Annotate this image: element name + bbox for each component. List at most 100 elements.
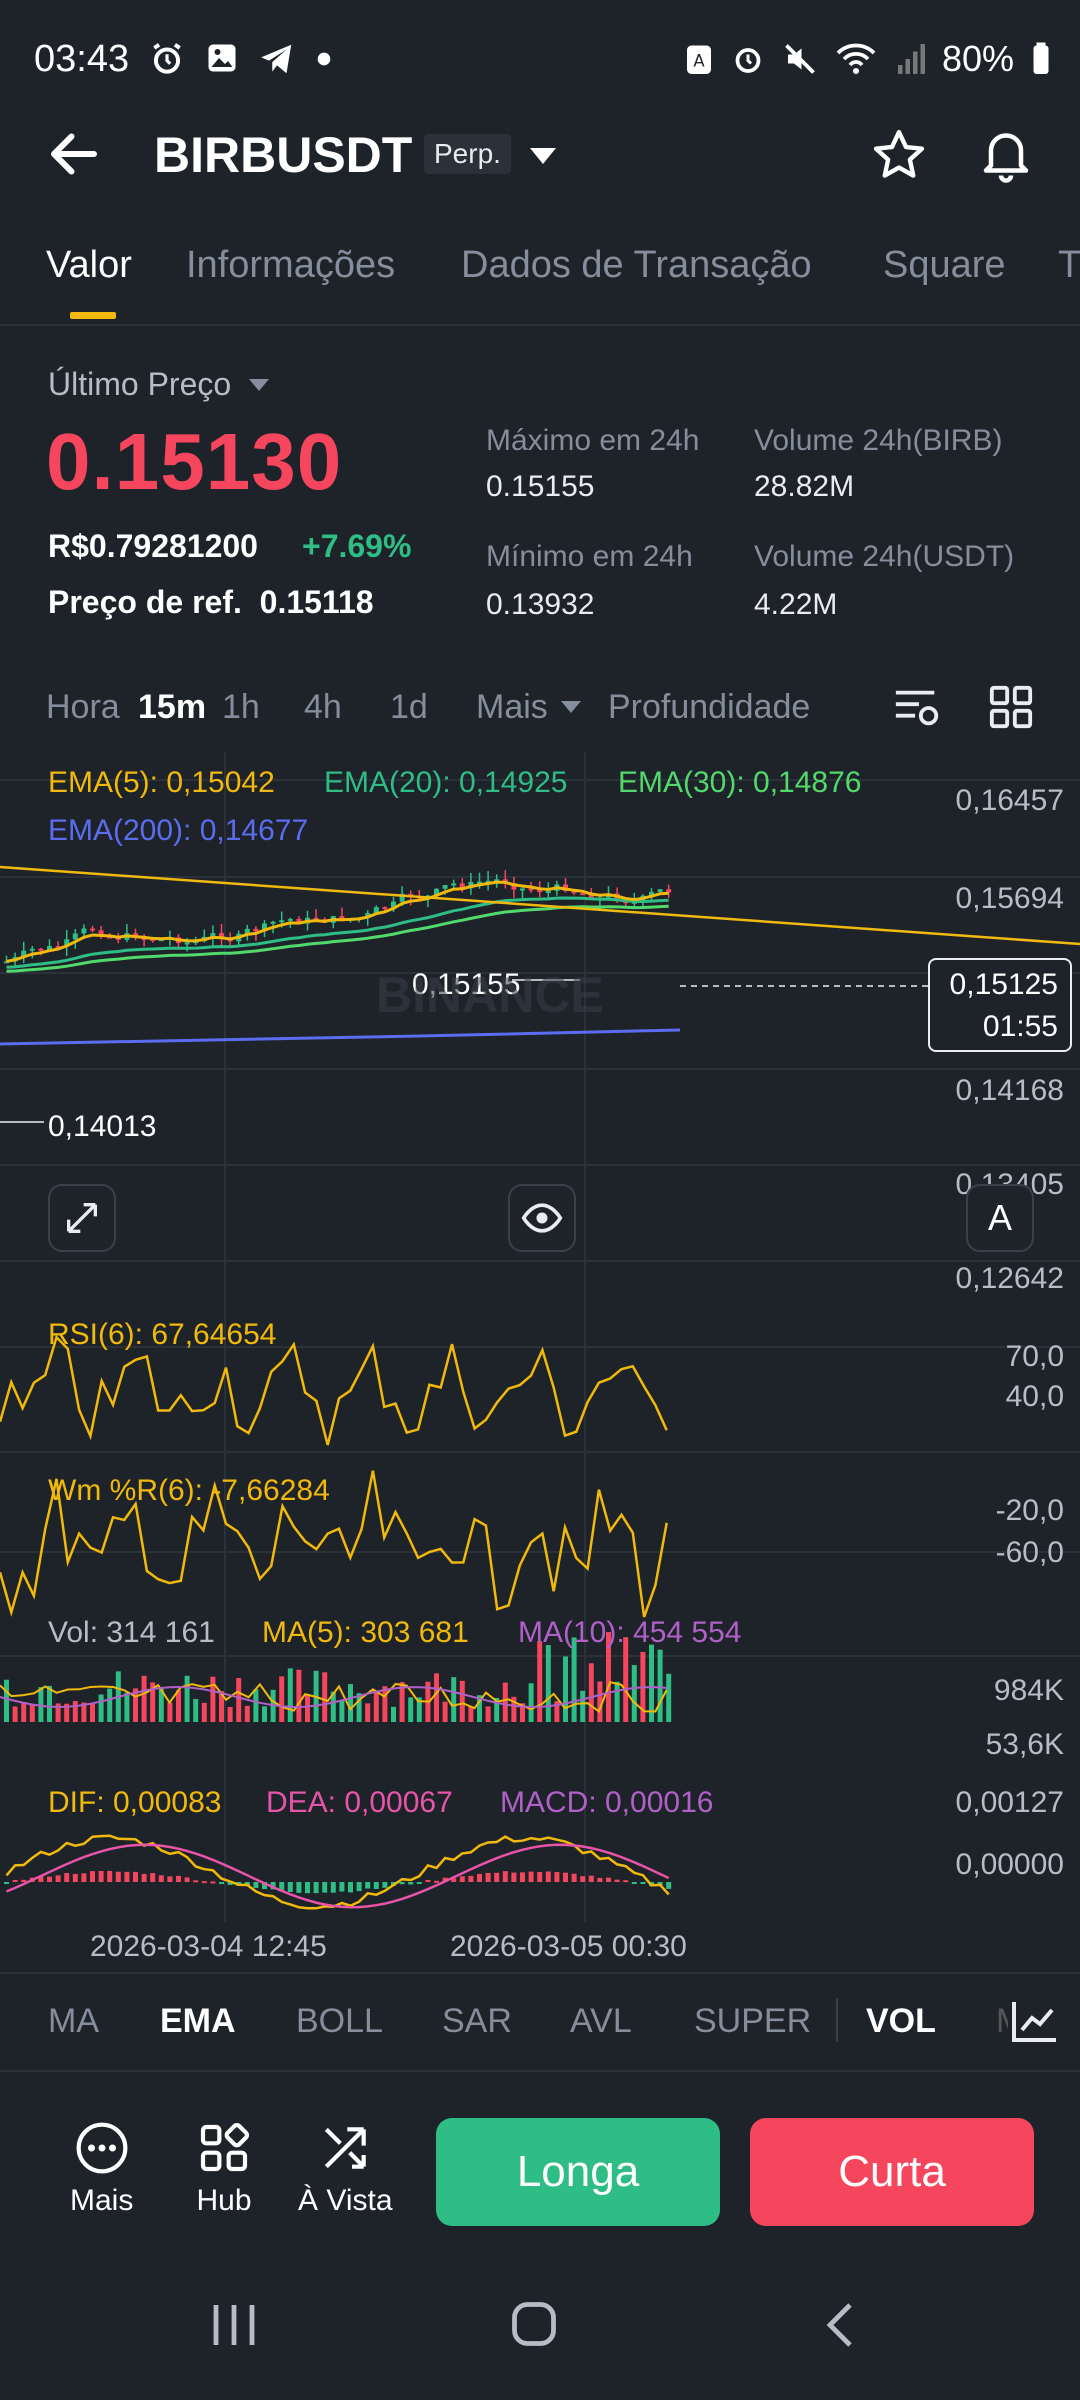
- vol-ma10-legend: MA(10): 454 554: [518, 1616, 742, 1649]
- macd-bar: [425, 1879, 431, 1882]
- macd-bar: [494, 1872, 500, 1882]
- perp-badge[interactable]: Perp.: [424, 134, 511, 174]
- indicator-avl[interactable]: AVL: [570, 2002, 632, 2041]
- bell-icon[interactable]: [976, 122, 1036, 184]
- volume-bar: [236, 1678, 242, 1722]
- volume-bar: [649, 1644, 654, 1722]
- fullscreen-button[interactable]: [48, 1184, 116, 1252]
- last-price: 0.15130: [46, 417, 343, 506]
- signal-icon: [897, 44, 925, 74]
- macd-bar: [606, 1877, 611, 1882]
- macd-bar: [90, 1871, 95, 1882]
- tab-dados-transacao[interactable]: Dados de Transação: [461, 244, 812, 287]
- back-arrow-icon[interactable]: [44, 124, 104, 184]
- candle-countdown: 01:55: [982, 1010, 1058, 1043]
- more-action[interactable]: Mais: [70, 2120, 133, 2218]
- time-axis-label: 2026-03-05 00:30: [450, 1930, 687, 1963]
- macd-bar: [580, 1876, 586, 1882]
- interval-4h[interactable]: 4h: [304, 688, 342, 727]
- symbol-title[interactable]: BIRBUSDT: [154, 126, 412, 184]
- ema5-line: [6, 880, 669, 963]
- macd-bar: [98, 1870, 104, 1882]
- status-bar: 03:43 A 80%: [0, 0, 1080, 120]
- toggle-visibility-button[interactable]: [508, 1184, 576, 1252]
- kline-chart[interactable]: [0, 752, 1080, 1967]
- volume-bar: [12, 1706, 18, 1722]
- indicator-ema[interactable]: EMA: [160, 2002, 236, 2041]
- recent-apps-icon[interactable]: [206, 2300, 262, 2350]
- volume-bar: [485, 1706, 491, 1722]
- status-time: 03:43: [34, 38, 130, 80]
- tab-more[interactable]: T: [1058, 244, 1080, 287]
- tab-valor[interactable]: Valor: [46, 244, 132, 287]
- home-icon[interactable]: [508, 2298, 560, 2350]
- interval-1h[interactable]: 1h: [222, 688, 260, 727]
- interval-mais[interactable]: Mais: [476, 688, 548, 727]
- volume-bar: [107, 1688, 113, 1722]
- macd-bar: [365, 1882, 371, 1889]
- chevron-down-icon[interactable]: [560, 700, 582, 714]
- volume-bar: [451, 1677, 457, 1722]
- candle-body: [81, 928, 87, 934]
- alarm-icon: [153, 43, 181, 74]
- macd-bar: [219, 1882, 224, 1885]
- volume-bar: [124, 1692, 130, 1722]
- interval-15m[interactable]: 15m: [138, 688, 206, 727]
- macd-bar: [296, 1882, 302, 1893]
- indicator-settings-icon[interactable]: [1008, 1998, 1060, 2046]
- chevron-down-icon[interactable]: [248, 378, 270, 392]
- expand-icon: [67, 1203, 97, 1233]
- chevron-down-icon[interactable]: [528, 146, 558, 166]
- volume-bar: [98, 1694, 104, 1722]
- price-axis-label: 0,12642: [955, 1262, 1064, 1295]
- candle-body: [270, 921, 276, 924]
- chart-settings-icon[interactable]: [892, 684, 942, 732]
- macd-bar: [72, 1873, 78, 1882]
- macd-dif-legend: DIF: 0,00083: [48, 1786, 222, 1819]
- interval-hora[interactable]: Hora: [46, 688, 120, 727]
- macd-bar: [477, 1873, 482, 1882]
- vol-usdt-label: Volume 24h(USDT): [754, 540, 1015, 573]
- macd-bar: [614, 1879, 620, 1882]
- ema5-legend: EMA(5): 0,15042: [48, 766, 275, 799]
- tab-informacoes[interactable]: Informações: [186, 244, 395, 287]
- active-tab-indicator: [70, 312, 116, 319]
- ema20-legend: EMA(20): 0,14925: [324, 766, 568, 799]
- macd-bar: [666, 1882, 672, 1889]
- candle-body: [580, 893, 586, 896]
- macd-bar: [193, 1880, 199, 1883]
- candle-body: [72, 933, 78, 940]
- macd-bar: [4, 1882, 9, 1884]
- volume-bar: [184, 1675, 190, 1722]
- back-nav-icon[interactable]: [820, 2300, 860, 2350]
- indicator-sar[interactable]: SAR: [442, 2002, 512, 2041]
- interval-profundidade[interactable]: Profundidade: [608, 688, 810, 727]
- auto-scale-button[interactable]: A: [966, 1184, 1034, 1252]
- macd-bar: [184, 1877, 190, 1882]
- candle-body: [442, 885, 448, 889]
- star-icon[interactable]: [870, 126, 928, 184]
- hub-icon: [200, 2122, 250, 2172]
- grid-layout-icon[interactable]: [988, 684, 1034, 730]
- indicator-vol[interactable]: VOL: [866, 2002, 936, 2041]
- spot-action[interactable]: À Vista: [298, 2120, 393, 2218]
- indicator-boll[interactable]: BOLL: [296, 2002, 383, 2041]
- macd-dif-line: [5, 1834, 670, 1910]
- ema30-legend: EMA(30): 0,14876: [618, 766, 862, 799]
- volume-bar: [287, 1668, 293, 1722]
- tab-square[interactable]: Square: [883, 244, 1006, 287]
- volume-bar: [468, 1706, 474, 1722]
- long-button[interactable]: Longa: [436, 2118, 720, 2226]
- volume-bar: [459, 1680, 465, 1722]
- hub-action[interactable]: Hub: [196, 2120, 252, 2218]
- volume-bar: [167, 1702, 173, 1722]
- indicator-ma[interactable]: MA: [48, 2002, 99, 2041]
- indicator-super[interactable]: SUPER: [694, 2002, 811, 2041]
- interval-1d[interactable]: 1d: [390, 688, 428, 727]
- chart-canvas[interactable]: [0, 752, 1080, 1967]
- last-price-label[interactable]: Último Preço: [48, 366, 231, 403]
- swap-arrows-icon: [325, 2127, 367, 2169]
- candle-body: [657, 889, 663, 892]
- short-button[interactable]: Curta: [750, 2118, 1034, 2226]
- system-nav-bar: [0, 2258, 1080, 2400]
